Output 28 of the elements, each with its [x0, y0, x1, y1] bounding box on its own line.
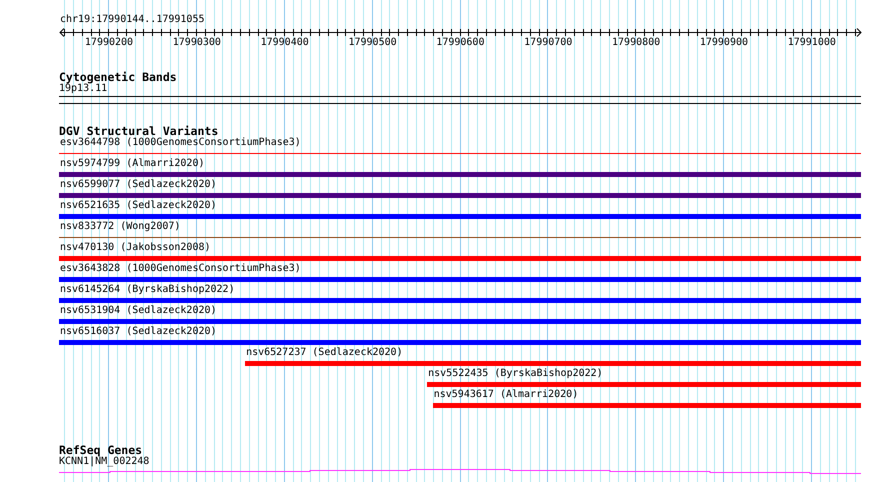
tick-label: 17990300 [172, 37, 221, 49]
tick-label: 17990900 [700, 37, 748, 49]
tick-label: 17990400 [260, 37, 309, 49]
variant-label: nsv833772 (Wong2007) [59, 221, 180, 233]
variant-label: nsv5943617 (Almarri2020) [432, 389, 578, 401]
band-label: 19p13.11 [59, 83, 108, 95]
variant-label: nsv6521635 (Sedlazeck2020) [59, 200, 217, 212]
variant-label: esv3644798 (1000GenomesConsortiumPhase3) [59, 137, 301, 149]
gene-label: KCNN1|NM_002248 [59, 456, 150, 468]
variant-label: nsv5522435 (ByrskaBishop2022) [427, 368, 603, 380]
variant-label: nsv6145264 (ByrskaBishop2022) [59, 284, 235, 296]
variant-label: nsv6531904 (Sedlazeck2020) [59, 305, 217, 317]
track-title: DGV Structural Variants [59, 125, 218, 137]
location-label: chr19:17990144..17991055 [59, 14, 206, 26]
tick-label: 17990200 [84, 37, 134, 49]
tick-label: 17990700 [524, 37, 572, 49]
tick-label: 17990600 [436, 37, 484, 49]
track-title: RefSeq Genes [59, 444, 142, 456]
variant-label: esv3643828 (1000GenomesConsortiumPhase3) [59, 263, 301, 275]
variant-label: nsv6599077 (Sedlazeck2020) [59, 179, 217, 191]
track-title: Cytogenetic Bands [59, 71, 178, 83]
variant-label: nsv470130 (Jakobsson2008) [59, 242, 211, 254]
tick-label: 17991000 [788, 37, 836, 49]
tick-label: 17990500 [348, 37, 397, 49]
variant-label: nsv6527237 (Sedlazeck2020) [245, 347, 403, 359]
tick-label: 17990800 [612, 37, 660, 49]
variant-label: nsv6516037 (Sedlazeck2020) [59, 326, 217, 338]
variant-label: nsv5974799 (Almarri2020) [59, 158, 204, 170]
